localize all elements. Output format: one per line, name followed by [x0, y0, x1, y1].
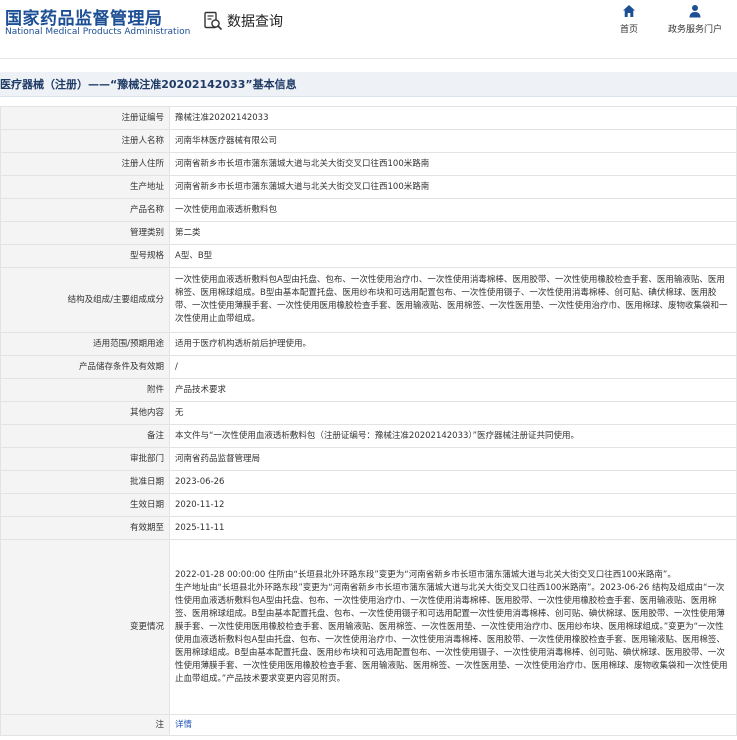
row-value: 一次性使用血液透析敷料包A型由托盘、包布、一次性使用治疗巾、一次性使用消毒棉棒、…	[169, 267, 737, 333]
row-value: 第二类	[169, 221, 737, 245]
details-link[interactable]: 详情	[169, 714, 737, 736]
table-row: 生产地址 河南省新乡市长垣市蒲东蒲城大道与北关大街交叉口往西100米路南	[0, 175, 737, 199]
row-value: /	[169, 355, 737, 379]
table-row: 变更情况 2022-01-28 00:00:00 住所由“长垣县北外环路东段”变…	[0, 539, 737, 715]
row-label: 审批部门	[0, 447, 170, 471]
row-value: 2023-06-26	[169, 470, 737, 494]
home-icon	[594, 4, 664, 18]
table-row: 附件 产品技术要求	[0, 378, 737, 402]
row-value: 无	[169, 401, 737, 425]
user-icon	[660, 4, 730, 18]
site-logo-en[interactable]: National Medical Products Administration	[5, 27, 190, 37]
nav-home[interactable]: 首页	[594, 4, 664, 35]
row-label: 有效期至	[0, 516, 170, 540]
table-row: 适用范围/预期用途 适用于医疗机构透析前后护理使用。	[0, 332, 737, 356]
row-value: 河南省新乡市长垣市蒲东蒲城大道与北关大街交叉口往西100米路南	[169, 152, 737, 176]
table-row: 产品储存条件及有效期 /	[0, 355, 737, 379]
table-row: 产品名称 一次性使用血液透析敷料包	[0, 198, 737, 222]
row-value: A型、B型	[169, 244, 737, 268]
row-value: 2020-11-12	[169, 493, 737, 517]
row-value: 本文件与“一次性使用血液透析敷料包（注册证编号：豫械注准20202142033）…	[169, 424, 737, 448]
nav-home-label: 首页	[619, 25, 638, 35]
row-label: 产品储存条件及有效期	[0, 355, 170, 379]
row-value: 2025-11-11	[169, 516, 737, 540]
table-row: 注册人名称 河南华林医疗器械有限公司	[0, 129, 737, 153]
table-row: 有效期至 2025-11-11	[0, 516, 737, 540]
page-title-bar: 医疗器械（注册）——“豫械注准20202142033”基本信息	[0, 72, 737, 97]
row-label: 备注	[0, 424, 170, 448]
device-info-table: 注册证编号 豫械注准20202142033 注册人名称 河南华林医疗器械有限公司…	[0, 106, 737, 736]
change-history-value: 2022-01-28 00:00:00 住所由“长垣县北外环路东段”变更为“河南…	[169, 539, 737, 715]
nav-service-portal-label: 政务服务门户	[667, 25, 722, 35]
nav-service-portal[interactable]: 政务服务门户	[660, 4, 730, 35]
table-row: 型号规格 A型、B型	[0, 244, 737, 268]
table-row: 批准日期 2023-06-26	[0, 470, 737, 494]
row-label: 注册人住所	[0, 152, 170, 176]
site-header: 国家药品监督管理局 National Medical Products Admi…	[0, 0, 737, 59]
table-row: 生效日期 2020-11-12	[0, 493, 737, 517]
row-label: 注	[0, 714, 170, 736]
document-search-icon	[203, 11, 223, 31]
row-label: 结构及组成/主要组成成分	[0, 267, 170, 333]
row-label: 生产地址	[0, 175, 170, 199]
data-query-label: 数据查询	[227, 14, 283, 30]
row-value: 一次性使用血液透析敷料包	[169, 198, 737, 222]
row-label: 型号规格	[0, 244, 170, 268]
table-row: 注册证编号 豫械注准20202142033	[0, 106, 737, 130]
data-query-title: 数据查询	[203, 10, 283, 32]
table-row: 结构及组成/主要组成成分 一次性使用血液透析敷料包A型由托盘、包布、一次性使用治…	[0, 267, 737, 333]
table-row: 其他内容 无	[0, 401, 737, 425]
row-label: 注册人名称	[0, 129, 170, 153]
site-logo-cn[interactable]: 国家药品监督管理局	[5, 4, 163, 29]
table-row: 注册人住所 河南省新乡市长垣市蒲东蒲城大道与北关大街交叉口往西100米路南	[0, 152, 737, 176]
row-label: 注册证编号	[0, 106, 170, 130]
row-label: 管理类别	[0, 221, 170, 245]
table-row: 注 详情	[0, 714, 737, 736]
row-value: 豫械注准20202142033	[169, 106, 737, 130]
table-row: 管理类别 第二类	[0, 221, 737, 245]
row-label: 附件	[0, 378, 170, 402]
row-label: 变更情况	[0, 539, 170, 715]
page-title: 医疗器械（注册）——“豫械注准20202142033”基本信息	[0, 78, 297, 91]
table-row: 备注 本文件与“一次性使用血液透析敷料包（注册证编号：豫械注准202021420…	[0, 424, 737, 448]
row-label: 产品名称	[0, 198, 170, 222]
row-value: 河南省新乡市长垣市蒲东蒲城大道与北关大街交叉口往西100米路南	[169, 175, 737, 199]
row-label: 生效日期	[0, 493, 170, 517]
row-value: 适用于医疗机构透析前后护理使用。	[169, 332, 737, 356]
row-value: 产品技术要求	[169, 378, 737, 402]
row-label: 批准日期	[0, 470, 170, 494]
row-value: 河南省药品监督管理局	[169, 447, 737, 471]
table-row: 审批部门 河南省药品监督管理局	[0, 447, 737, 471]
row-label: 适用范围/预期用途	[0, 332, 170, 356]
row-label: 其他内容	[0, 401, 170, 425]
row-value: 河南华林医疗器械有限公司	[169, 129, 737, 153]
